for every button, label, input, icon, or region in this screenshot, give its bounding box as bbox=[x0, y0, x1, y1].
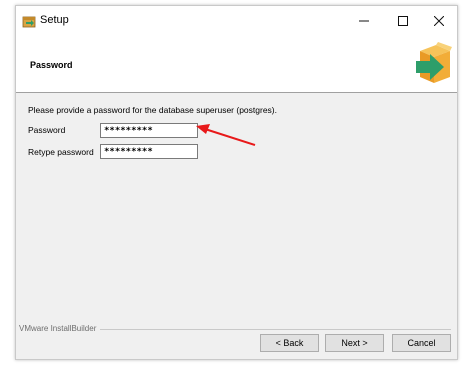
instruction-text: Please provide a password for the databa… bbox=[28, 105, 277, 115]
back-button[interactable]: < Back bbox=[260, 334, 319, 352]
setup-package-icon bbox=[22, 16, 36, 28]
password-field[interactable]: ********* bbox=[100, 123, 198, 138]
cancel-button[interactable]: Cancel bbox=[392, 334, 451, 352]
retype-password-field[interactable]: ********* bbox=[100, 144, 198, 159]
password-label: Password bbox=[28, 125, 66, 135]
title-bar[interactable]: Setup bbox=[16, 6, 457, 36]
wizard-header: Password bbox=[16, 36, 457, 93]
close-icon bbox=[434, 16, 444, 26]
footer-divider bbox=[100, 329, 451, 330]
next-button[interactable]: Next > bbox=[325, 334, 384, 352]
minimize-button[interactable] bbox=[346, 6, 382, 36]
retype-password-label: Retype password bbox=[28, 147, 94, 157]
maximize-icon bbox=[398, 16, 408, 26]
installer-brand: VMware InstallBuilder bbox=[19, 324, 101, 333]
close-button[interactable] bbox=[421, 6, 457, 36]
maximize-button[interactable] bbox=[385, 6, 421, 36]
box-arrow-icon bbox=[416, 42, 452, 83]
setup-window: Setup Password Please provide a password… bbox=[15, 5, 458, 360]
window-title: Setup bbox=[40, 14, 69, 26]
page-title: Password bbox=[30, 60, 73, 70]
content-area: Please provide a password for the databa… bbox=[16, 93, 457, 323]
minimize-icon bbox=[359, 20, 369, 22]
